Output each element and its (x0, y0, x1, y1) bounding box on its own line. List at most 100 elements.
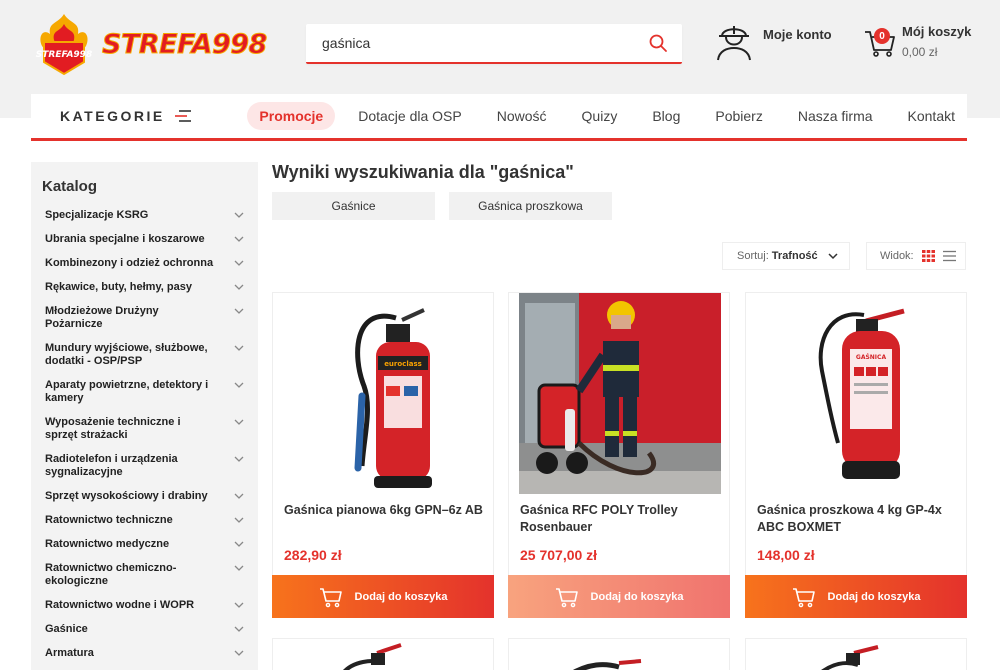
list-view-icon[interactable] (942, 250, 956, 262)
chevron-down-icon[interactable] (234, 258, 244, 268)
product-card-partial[interactable] (272, 638, 494, 670)
chevron-down-icon[interactable] (234, 600, 244, 610)
chevron-down-icon[interactable] (234, 234, 244, 244)
suggestion-gasnice[interactable]: Gaśnice (272, 192, 435, 220)
product-name[interactable]: Gaśnica pianowa 6kg GPN–6z AB (284, 502, 484, 519)
cart-amount: 0,00 zł (902, 45, 938, 59)
nav-item-nowosc[interactable]: Nowość (485, 102, 559, 130)
grid-view-icon[interactable] (921, 250, 935, 262)
product-price: 282,90 zł (284, 547, 342, 563)
chevron-down-icon[interactable] (234, 539, 244, 549)
sidebar-category-label: Ratownictwo medyczne (45, 538, 170, 550)
cart-icon (792, 587, 815, 607)
add-to-cart-label: Dodaj do koszyka (354, 590, 448, 603)
chevron-down-icon[interactable] (234, 306, 244, 316)
sidebar-category-label: Ratownictwo wodne i WOPR (45, 599, 195, 611)
chevron-down-icon[interactable] (234, 343, 244, 353)
add-to-cart-button[interactable]: Dodaj do koszyka (745, 575, 967, 618)
product-image[interactable] (519, 293, 721, 494)
nav-item-dotacje[interactable]: Dotacje dla OSP (346, 102, 474, 130)
cart-icon (319, 587, 342, 607)
sidebar-category-label: Sprzęt wysokościowy i drabiny (45, 490, 208, 502)
sidebar-category-item[interactable]: Wyposażenie techniczne i sprzęt strażack… (31, 411, 258, 448)
chevron-down-icon[interactable] (234, 624, 244, 634)
extinguisher-label: euroclass (384, 360, 422, 368)
sidebar-category-label: Armatura (45, 647, 94, 659)
sidebar-category-item[interactable]: Kombinezony i odzież ochronna (31, 252, 258, 276)
chevron-down-icon[interactable] (234, 210, 244, 220)
cart-icon (555, 587, 578, 607)
extinguisher-image-partial (821, 645, 879, 670)
sidebar-category-item[interactable]: Ratownictwo wodne i WOPR (31, 594, 258, 618)
view-switcher: Widok: (866, 242, 966, 270)
categories-toggle[interactable]: KATEGORIE (31, 108, 247, 124)
sidebar-category-item[interactable]: Mundury wyjściowe, służbowe, dodatki - O… (31, 337, 258, 374)
sidebar-category-label: Radiotelefon i urządzenia sygnalizacyjne (45, 453, 178, 478)
nav-item-blog[interactable]: Blog (640, 102, 692, 130)
sidebar-category-item[interactable]: Radiotelefon i urządzenia sygnalizacyjne (31, 448, 258, 485)
nav-item-promocje[interactable]: Promocje (247, 102, 336, 130)
product-card[interactable]: GAŚNICA Gaśnica proszkowa 4 kg GP-4x ABC… (745, 292, 967, 618)
product-card[interactable]: Gaśnica RFC POLY Trolley Rosenbauer 25 7… (508, 292, 730, 618)
sort-value: Trafność (771, 250, 818, 262)
sidebar-category-item[interactable]: Ratownictwo medyczne (31, 533, 258, 557)
add-to-cart-button[interactable]: Dodaj do koszyka (272, 575, 494, 618)
trolley-extinguisher-photo (519, 293, 721, 494)
product-image[interactable]: euroclass (283, 293, 485, 494)
nav-item-nasza-firma[interactable]: Nasza firma (786, 102, 885, 130)
sidebar-category-label: Młodzieżowe Drużyny Pożarnicze (45, 305, 159, 330)
sidebar-category-item[interactable]: Aparaty powietrzne, detektory i kamery (31, 374, 258, 411)
flame-logo-icon: STREFA998 (36, 14, 92, 76)
sidebar-category-item[interactable]: Ratownictwo techniczne (31, 509, 258, 533)
chevron-down-icon[interactable] (234, 563, 244, 573)
sidebar-category-label: Rękawice, buty, hełmy, pasy (45, 281, 192, 293)
product-price: 148,00 zł (757, 547, 815, 563)
chevron-down-icon[interactable] (234, 282, 244, 292)
logo[interactable]: STREFA998 STREFA998 (30, 12, 275, 76)
product-image[interactable]: GAŚNICA (756, 293, 958, 494)
nav-item-quizy[interactable]: Quizy (570, 102, 630, 130)
suggestion-gasnica-proszkowa[interactable]: Gaśnica proszkowa (449, 192, 612, 220)
chevron-down-icon[interactable] (234, 491, 244, 501)
sidebar-category-item[interactable]: Gaśnice (31, 618, 258, 642)
sidebar-category-item[interactable]: Młodzieżowe Drużyny Pożarnicze (31, 300, 258, 337)
catalog-sidebar: Katalog Specjalizacje KSRG Ubrania specja… (31, 162, 258, 670)
sidebar-category-label: Kombinezony i odzież ochronna (45, 257, 214, 269)
search-icon[interactable] (648, 33, 668, 53)
sidebar-category-item[interactable]: Ubrania specjalne i koszarowe (31, 228, 258, 252)
sidebar-category-item[interactable]: Rękawice, buty, hełmy, pasy (31, 276, 258, 300)
nav-item-kontakt[interactable]: Kontakt (896, 102, 967, 130)
product-name[interactable]: Gaśnica proszkowa 4 kg GP-4x ABC BOXMET (757, 502, 957, 536)
categories-label: KATEGORIE (60, 108, 165, 124)
chevron-down-icon[interactable] (234, 454, 244, 464)
sidebar-category-label: Ratownictwo techniczne (45, 514, 173, 526)
search-input[interactable] (322, 35, 648, 51)
powder-extinguisher-image: GAŚNICA (818, 308, 905, 479)
nav-item-pobierz[interactable]: Pobierz (703, 102, 774, 130)
chevron-down-icon[interactable] (234, 648, 244, 658)
product-name[interactable]: Gaśnica RFC POLY Trolley Rosenbauer (520, 502, 720, 536)
sidebar-category-item[interactable]: Ratownictwo chemiczno-ekologiczne (31, 557, 258, 594)
product-card-partial[interactable] (745, 638, 967, 670)
sidebar-category-item[interactable]: Specjalizacje KSRG (31, 204, 258, 228)
sort-label: Sortuj: (737, 250, 769, 262)
sidebar-category-label: Mundury wyjściowe, służbowe, dodatki - O… (45, 342, 208, 367)
chevron-down-icon[interactable] (234, 515, 244, 525)
sidebar-category-label: Specjalizacje KSRG (45, 209, 149, 221)
add-to-cart-button[interactable]: Dodaj do koszyka (508, 575, 730, 618)
cart-link[interactable]: 0 Mój koszyk 0,00 zł (864, 24, 971, 59)
sidebar-category-item[interactable]: Sprzęt wysokościowy i drabiny (31, 485, 258, 509)
cart-label: Mój koszyk (902, 24, 972, 39)
sort-dropdown[interactable]: Sortuj: Trafność (722, 242, 850, 270)
product-card-partial[interactable] (508, 638, 730, 670)
chevron-down-icon[interactable] (234, 417, 244, 427)
account-link[interactable]: Moje konto (715, 20, 832, 64)
sidebar-category-item[interactable]: Armatura (31, 642, 258, 666)
chevron-down-icon (828, 253, 838, 260)
sidebar-category-label: Gaśnice (45, 623, 88, 635)
svg-text:STREFA998: STREFA998 (36, 50, 92, 60)
search-bar (306, 24, 682, 64)
chevron-down-icon[interactable] (234, 380, 244, 390)
product-card[interactable]: euroclass Gaśnica pianowa 6kg GPN–6z AB … (272, 292, 494, 618)
account-label: Moje konto (763, 27, 832, 42)
